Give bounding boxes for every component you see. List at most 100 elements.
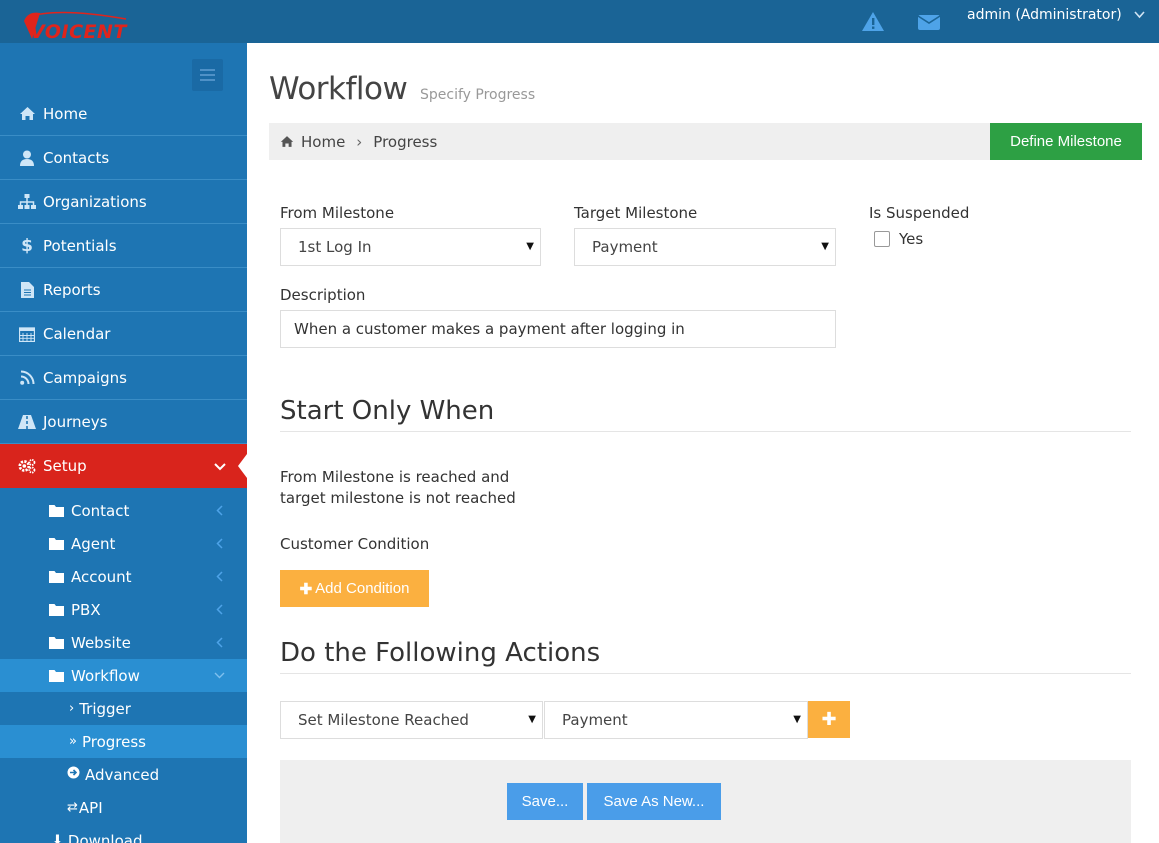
download-icon: ⬇ — [52, 833, 63, 843]
folder-icon — [49, 571, 64, 583]
chevron-left-icon — [216, 637, 223, 648]
customer-condition-label: Customer Condition — [280, 535, 430, 553]
chevron-down-icon — [214, 672, 225, 679]
calendar-icon — [18, 325, 36, 343]
action-type-value: Set Milestone Reached — [298, 711, 469, 729]
action-target-select[interactable]: Payment ▼ — [544, 701, 808, 739]
sidebar-item-campaigns[interactable]: Campaigns — [0, 356, 247, 400]
sidebar-subitem-label: API — [78, 798, 103, 817]
circle-arrow-right-icon — [67, 766, 80, 783]
sidebar-subitem-label: Download — [67, 831, 143, 843]
is-suspended-label: Is Suspended — [869, 204, 970, 222]
sidebar-item-label: Campaigns — [43, 368, 128, 387]
active-notch — [238, 454, 247, 478]
sidebar-item-label: Organizations — [43, 192, 147, 211]
top-bar: VOICENT admin (Administrator) — [0, 0, 1159, 43]
target-milestone-label: Target Milestone — [574, 204, 698, 222]
sidebar-item-home[interactable]: Home — [0, 92, 247, 136]
angle-right-icon: › — [69, 701, 75, 716]
sidebar-item-setup[interactable]: Setup — [0, 444, 247, 488]
sidebar-subitem-account[interactable]: Account — [0, 560, 247, 593]
add-condition-button[interactable]: ✚ Add Condition — [280, 570, 429, 607]
plus-icon: ✚ — [821, 709, 837, 730]
sidebar-toggle-button[interactable] — [192, 59, 223, 91]
sidebar-item-label: Contacts — [43, 148, 110, 167]
start-only-when-heading: Start Only When — [280, 396, 495, 426]
warning-icon[interactable] — [861, 10, 885, 34]
sidebar-subitem-label: Trigger — [79, 699, 131, 718]
sidebar-subitem-pbx[interactable]: PBX — [0, 593, 247, 626]
sidebar-item-label: Reports — [43, 280, 101, 299]
chevron-left-icon — [216, 538, 223, 549]
chevron-left-icon — [216, 505, 223, 516]
sidebar-item-contacts[interactable]: Contacts — [0, 136, 247, 180]
home-icon — [18, 105, 36, 123]
caret-down-icon: ▼ — [528, 714, 536, 725]
save-button[interactable]: Save... — [507, 783, 583, 820]
sidebar-item-journeys[interactable]: Journeys — [0, 400, 247, 444]
logo-text: VOICENT — [30, 21, 127, 43]
breadcrumb: Home › Progress — [269, 123, 990, 160]
sidebar-subitem-contact[interactable]: Contact — [0, 494, 247, 527]
section-divider — [280, 673, 1131, 674]
user-icon — [18, 149, 36, 167]
target-milestone-value: Payment — [592, 238, 658, 256]
envelope-icon[interactable] — [917, 10, 941, 34]
sidebar-subitem-label: Workflow — [71, 666, 140, 685]
sidebar-item-calendar[interactable]: Calendar — [0, 312, 247, 356]
folder-icon — [49, 505, 64, 517]
sidebar-item-reports[interactable]: Reports — [0, 268, 247, 312]
action-target-value: Payment — [562, 711, 628, 729]
save-as-new-button[interactable]: Save As New... — [587, 783, 721, 820]
actions-heading: Do the Following Actions — [280, 638, 601, 668]
double-angle-right-icon: » — [69, 734, 77, 749]
sidebar-subitem-website[interactable]: Website — [0, 626, 247, 659]
chevron-left-icon — [216, 571, 223, 582]
breadcrumb-home-link[interactable]: Home — [301, 133, 345, 151]
folder-icon — [49, 538, 64, 550]
sidebar-item-label: Potentials — [43, 236, 117, 255]
start-condition-line: From Milestone is reached and — [280, 468, 510, 486]
sidebar-item-organizations[interactable]: Organizations — [0, 180, 247, 224]
sidebar-item-potentials[interactable]: $ Potentials — [0, 224, 247, 268]
from-milestone-value: 1st Log In — [298, 238, 372, 256]
sidebar-subitem-workflow[interactable]: Workflow — [0, 659, 247, 692]
chevron-down-icon — [1134, 7, 1145, 23]
sidebar-item-label: Journeys — [43, 412, 108, 431]
section-divider — [280, 431, 1131, 432]
define-milestone-button[interactable]: Define Milestone — [990, 123, 1142, 160]
add-action-button[interactable]: ✚ — [808, 701, 850, 738]
chevron-right-icon: › — [356, 132, 363, 151]
sidebar-workflow-advanced[interactable]: Advanced — [0, 758, 247, 791]
sidebar-nav: Home Contacts Organizations $ Potentials… — [0, 92, 247, 843]
sidebar-workflow-api[interactable]: ⇄ API — [0, 791, 247, 824]
sidebar-subitem-label: Progress — [81, 732, 146, 751]
folder-icon — [49, 637, 64, 649]
from-milestone-select[interactable]: 1st Log In ▼ — [280, 228, 541, 266]
sidebar-subitem-agent[interactable]: Agent — [0, 527, 247, 560]
start-condition-text: From Milestone is reached and target mil… — [280, 467, 516, 509]
rss-icon — [18, 369, 36, 387]
suspended-checkbox[interactable] — [874, 231, 890, 247]
sidebar-workflow-trigger[interactable]: › Trigger — [0, 692, 247, 725]
folder-icon — [49, 670, 64, 682]
user-menu[interactable]: admin (Administrator) — [967, 7, 1145, 23]
action-type-select[interactable]: Set Milestone Reached ▼ — [280, 701, 543, 739]
from-milestone-label: From Milestone — [280, 204, 395, 222]
breadcrumb-current: Progress — [373, 132, 438, 151]
dollar-icon: $ — [21, 235, 33, 256]
description-input[interactable]: When a customer makes a payment after lo… — [280, 310, 836, 348]
voicent-logo[interactable]: VOICENT — [18, 9, 130, 45]
folder-icon — [49, 604, 64, 616]
sidebar-item-label: Home — [43, 104, 88, 123]
file-icon — [18, 281, 36, 299]
plus-icon: ✚ — [299, 580, 313, 598]
gears-icon — [18, 457, 36, 475]
target-milestone-select[interactable]: Payment ▼ — [574, 228, 836, 266]
sidebar-workflow-progress[interactable]: » Progress — [0, 725, 247, 758]
chevron-left-icon — [216, 604, 223, 615]
chevron-down-icon — [214, 458, 226, 476]
sidebar-download[interactable]: ⬇ Download — [0, 824, 247, 843]
caret-down-icon: ▼ — [821, 241, 829, 252]
sidebar-item-label: Setup — [43, 457, 87, 475]
